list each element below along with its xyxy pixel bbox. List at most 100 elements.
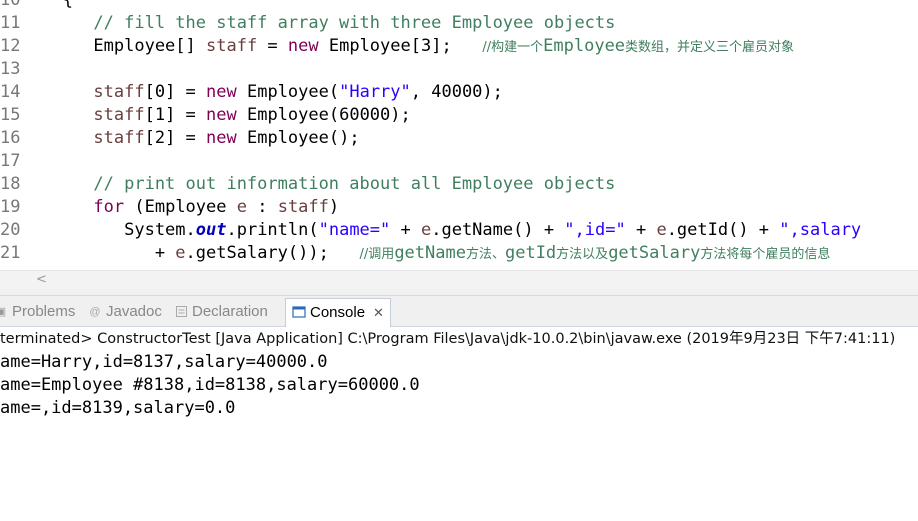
code-token: Employee(); — [236, 128, 360, 148]
code-text: { — [32, 0, 73, 12]
code-token: getId — [504, 243, 557, 263]
line-number: 12 — [0, 36, 21, 56]
console-output-line: ame=Employee #8138,id=8138,salary=60000.… — [0, 375, 420, 395]
console-icon — [292, 306, 306, 320]
javadoc-icon: @ — [89, 306, 101, 318]
code-token: .getSalary()); — [185, 243, 360, 263]
code-text: staff[0] = new Employee("Harry", 40000); — [32, 81, 503, 104]
code-token: , 40000); — [410, 82, 503, 102]
code-token: [2] = — [144, 128, 207, 148]
code-line: 18 // print out information about all Em… — [0, 173, 918, 196]
code-token: e — [656, 220, 667, 240]
code-token: // print out information about all Emplo… — [32, 174, 616, 194]
code-token: : — [246, 197, 278, 217]
code-token: + — [32, 243, 176, 263]
code-token: Employee( — [236, 82, 340, 102]
code-token: staff — [93, 128, 145, 148]
code-text: for (Employee e : staff) — [32, 196, 339, 219]
code-line: 15 staff[1] = new Employee(60000); — [0, 104, 918, 127]
code-token: new — [206, 105, 237, 125]
code-token: [1] = — [144, 105, 207, 125]
code-token: e — [420, 220, 432, 240]
tab-javadoc-label: Javadoc — [106, 303, 162, 320]
line-number: 14 — [0, 82, 21, 102]
code-line: 14 staff[0] = new Employee("Harry", 4000… — [0, 81, 918, 104]
code-line: 11 // fill the staff array with three Em… — [0, 12, 918, 35]
code-line: 10 { — [0, 0, 918, 12]
code-token: .getId() + — [666, 220, 780, 240]
line-number: 20 — [0, 220, 21, 240]
code-token: out — [195, 220, 227, 240]
code-token: staff — [93, 82, 145, 102]
code-line: 17 — [0, 150, 918, 173]
code-token: 类数组，并定义三个雇员对象 — [625, 40, 795, 55]
code-token: + — [390, 220, 421, 240]
code-token: new — [287, 36, 319, 56]
code-text: staff[2] = new Employee(); — [32, 127, 360, 150]
line-number: 13 — [0, 59, 21, 79]
console-output-line: ame=,id=8139,salary=0.0 — [0, 398, 236, 418]
code-token: new — [206, 82, 237, 102]
problems-icon: ▣ — [0, 306, 7, 318]
code-token: //构建一个 — [482, 40, 544, 55]
code-editor[interactable]: 10 {11 // fill the staff array with thre… — [0, 0, 918, 270]
line-number: 19 — [0, 197, 21, 217]
code-token: staff — [277, 197, 329, 217]
tab-console-label: Console — [310, 304, 366, 321]
code-token: e — [175, 243, 186, 263]
code-token: //调用 — [359, 247, 395, 262]
code-token: staff — [206, 36, 258, 56]
code-line: 16 staff[2] = new Employee(); — [0, 127, 918, 150]
code-token: .println( — [226, 220, 319, 240]
code-line: 13 — [0, 58, 918, 81]
scroll-left-arrow-icon[interactable]: < — [36, 271, 47, 289]
code-token: 方法以及 — [556, 247, 609, 262]
panel-divider — [0, 289, 918, 296]
code-line: 21 + e.getSalary()); //调用getName方法、getId… — [0, 242, 918, 265]
code-text: Employee[] staff = new Employee[3]; //构建… — [32, 35, 794, 59]
code-token: = — [257, 36, 288, 56]
tab-javadoc[interactable]: @ Javadoc — [88, 299, 162, 325]
line-number: 17 — [0, 151, 21, 171]
code-token: Employee[] — [32, 36, 206, 56]
line-number: 11 — [0, 13, 21, 33]
code-text: // fill the staff array with three Emplo… — [32, 12, 615, 35]
declaration-icon — [174, 305, 188, 319]
tab-problems[interactable]: ▣ Problems — [0, 299, 75, 325]
code-token: Employee[3]; — [318, 36, 483, 56]
code-line: 20 System.out.println("name=" + e.getNam… — [0, 219, 918, 242]
console-status-line: terminated> ConstructorTest [Java Applic… — [0, 331, 896, 347]
tab-problems-label: Problems — [12, 303, 76, 320]
code-line: 12 Employee[] staff = new Employee[3]; /… — [0, 35, 918, 58]
line-number: 21 — [0, 243, 21, 263]
code-text: System.out.println("name=" + e.getName()… — [32, 219, 861, 242]
code-token: for — [93, 197, 125, 217]
code-token: e — [236, 197, 247, 217]
code-token: { — [32, 0, 73, 10]
code-token: staff — [93, 105, 145, 125]
code-text: + e.getSalary()); //调用getName方法、getId方法以… — [32, 242, 831, 266]
console-output-line: ame=Harry,id=8137,salary=40000.0 — [0, 352, 328, 372]
code-token: 方法将每个雇员的信息 — [700, 247, 831, 262]
code-token: Employee(60000); — [236, 105, 411, 125]
code-token: new — [206, 128, 237, 148]
line-number: 18 — [0, 174, 21, 194]
code-token: "name=" — [318, 220, 391, 240]
code-token: getSalary — [608, 243, 701, 263]
code-token: ",salary — [779, 220, 862, 240]
code-token: Employee — [543, 36, 626, 56]
tab-console[interactable]: Console ✕ — [285, 298, 391, 327]
code-token: .getName() + — [431, 220, 565, 240]
code-text: // print out information about all Emplo… — [32, 173, 615, 196]
code-token: // fill the staff array with three Emplo… — [32, 13, 616, 33]
close-icon[interactable]: ✕ — [373, 300, 384, 326]
editor-horizontal-scrollbar[interactable]: < — [0, 270, 918, 289]
console-output-area[interactable]: terminated> ConstructorTest [Java Applic… — [0, 327, 918, 521]
tab-declaration[interactable]: Declaration — [174, 299, 268, 325]
line-number: 10 — [0, 0, 21, 10]
code-token: + — [625, 220, 657, 240]
code-token: [0] = — [144, 82, 207, 102]
code-token: getName — [394, 243, 466, 263]
